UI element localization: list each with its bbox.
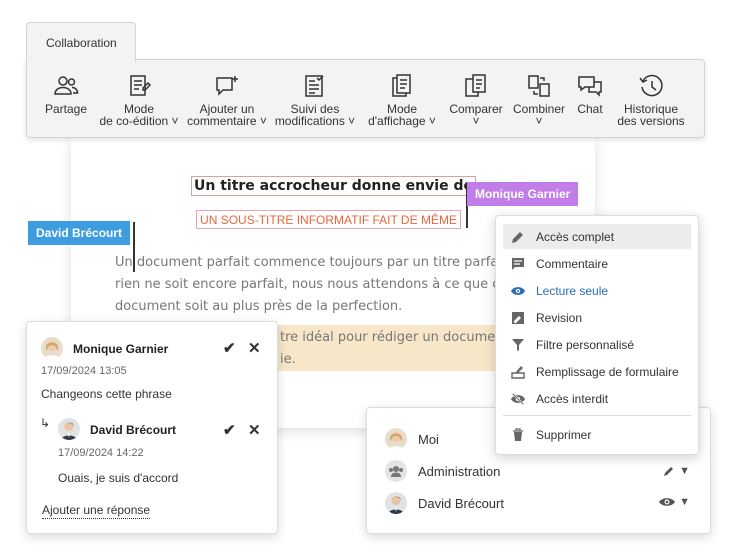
close-icon[interactable]: ✕: [248, 421, 261, 439]
menu-divider: [503, 415, 691, 416]
menu-item-no-access[interactable]: Accès interdit: [503, 386, 691, 411]
reply-author: David Brécourt: [90, 423, 177, 437]
avatar: [385, 492, 407, 514]
avatar: [58, 418, 80, 440]
avatar: [41, 337, 63, 359]
permission-dropdown[interactable]: ▼: [658, 496, 690, 508]
monique-cursor-tag: Monique Garnier: [467, 182, 579, 206]
chevron-down-icon: ▼: [679, 465, 690, 477]
combine-icon: [528, 75, 550, 97]
version-history-icon: [639, 74, 663, 97]
menu-item-label: Remplissage de formulaire: [536, 364, 679, 379]
compare-button[interactable]: Comparer ˅: [445, 72, 507, 127]
reply-date: 17/09/2024 14:22: [58, 447, 144, 459]
reply-text: Ouais, je suis d'accord: [58, 471, 179, 485]
menu-item-comment[interactable]: Commentaire: [503, 251, 691, 276]
filter-icon: [510, 337, 526, 353]
menu-item-label: Accès interdit: [536, 391, 609, 406]
share-row: Administration: [385, 460, 500, 482]
menu-item-label: Lecture seule: [536, 283, 609, 298]
menu-item-full-access[interactable]: Accès complet: [503, 224, 691, 249]
review-icon: [510, 310, 526, 326]
share-users-icon: [54, 76, 79, 95]
document-title[interactable]: Un titre accrocheur donne envie de lire: [191, 176, 476, 196]
david-cursor: [133, 222, 135, 272]
chat-button[interactable]: Chat: [571, 72, 609, 115]
permission-dropdown[interactable]: ▼: [662, 464, 690, 478]
comment-text: Changeons cette phrase: [41, 387, 172, 401]
menu-item-label: Supprimer: [536, 427, 592, 442]
compare-label: Comparer ˅: [449, 102, 503, 128]
access-rights-menu: Accès complet Commentaire Lecture seule …: [495, 215, 699, 455]
track-changes-icon: [305, 75, 324, 97]
track-changes-button[interactable]: Suivi des modifications ˅: [272, 72, 358, 127]
add-comment-icon: [216, 76, 238, 96]
eye-icon: [659, 498, 676, 506]
document-subtitle[interactable]: UN SOUS-TITRE INFORMATIF FAIT DE MÊME: [196, 210, 461, 229]
combine-label: Combiner ˅: [512, 102, 566, 128]
share-label: Partage: [44, 102, 88, 116]
highlight-line: ie.: [280, 352, 296, 367]
track-changes-label: Suivi des modifications ˅: [274, 102, 356, 128]
body-line: Un document parfait commence toujours pa…: [115, 255, 500, 270]
menu-item-read-only[interactable]: Lecture seule: [503, 278, 691, 303]
trash-icon: [510, 427, 526, 443]
eye-slash-icon: [510, 391, 526, 407]
highlighted-text: tre idéal pour rédiger un document ie.: [280, 327, 509, 371]
coedit-mode-button[interactable]: Mode de co-édition ˅: [96, 72, 182, 127]
share-user-name: Moi: [418, 431, 439, 447]
menu-item-delete[interactable]: Supprimer: [503, 422, 691, 447]
menu-item-custom-filter[interactable]: Filtre personnalisé: [503, 332, 691, 357]
david-cursor-tag: David Brécourt: [28, 221, 131, 245]
add-reply-link[interactable]: Ajouter une réponse: [42, 503, 151, 519]
menu-item-label: Accès complet: [536, 229, 615, 244]
view-mode-icon: [392, 74, 411, 97]
resolve-check-icon[interactable]: ✔: [223, 421, 236, 439]
menu-item-review[interactable]: Revision: [503, 305, 691, 330]
eye-icon: [510, 283, 526, 299]
reply-arrow-icon: ↳: [40, 416, 51, 430]
menu-item-form-filling[interactable]: Remplissage de formulaire: [503, 359, 691, 384]
chevron-down-icon: ▼: [679, 496, 690, 508]
share-row: Moi: [385, 428, 439, 450]
version-history-label: Historique des versions: [617, 102, 685, 128]
highlight-line: tre idéal pour rédiger un document: [280, 330, 509, 345]
document-body[interactable]: Un document parfait commence toujours pa…: [115, 252, 500, 318]
view-mode-button[interactable]: Mode d'affichage ˅: [361, 72, 443, 127]
pencil-icon: [510, 229, 526, 245]
close-icon[interactable]: ✕: [248, 339, 261, 357]
version-history-button[interactable]: Historique des versions: [613, 72, 689, 127]
add-comment-button[interactable]: Ajouter un commentaire ˅: [185, 72, 269, 127]
body-line: document soit au plus près de la perfect…: [115, 299, 403, 314]
share-row: David Brécourt: [385, 492, 504, 514]
resolve-check-icon[interactable]: ✔: [223, 339, 236, 357]
tab-label: Collaboration: [46, 36, 117, 50]
tab-collaboration[interactable]: Collaboration: [26, 22, 136, 62]
form-fill-icon: [510, 364, 526, 380]
avatar: [385, 428, 407, 450]
share-group-name: Administration: [418, 463, 501, 479]
comment-panel: Monique Garnier ✔ ✕ 17/09/2024 13:05 Cha…: [26, 321, 278, 534]
comment-date: 17/09/2024 13:05: [41, 365, 127, 377]
view-mode-label: Mode d'affichage ˅: [368, 102, 436, 128]
share-button[interactable]: Partage: [44, 72, 88, 115]
pencil-icon: [664, 467, 674, 476]
share-user-name: David Brécourt: [418, 495, 504, 511]
menu-item-label: Revision: [536, 310, 583, 325]
chat-icon: [578, 76, 602, 97]
chat-label: Chat: [577, 102, 603, 116]
collaboration-toolbar: Partage Mode de co-édition ˅ Ajouter un …: [26, 59, 705, 138]
comment-icon: [510, 256, 526, 272]
body-line: rien ne soit encore parfait, nous nous a…: [115, 277, 500, 292]
coedit-mode-label: Mode de co-édition ˅: [99, 102, 179, 128]
comment-author: Monique Garnier: [73, 342, 169, 356]
menu-item-label: Filtre personnalisé: [536, 337, 635, 352]
group-icon: [385, 460, 407, 482]
add-comment-label: Ajouter un commentaire ˅: [187, 102, 267, 128]
combine-button[interactable]: Combiner ˅: [511, 72, 567, 127]
coedit-mode-icon: [130, 75, 152, 96]
compare-icon: [465, 74, 486, 97]
menu-item-label: Commentaire: [536, 256, 609, 271]
